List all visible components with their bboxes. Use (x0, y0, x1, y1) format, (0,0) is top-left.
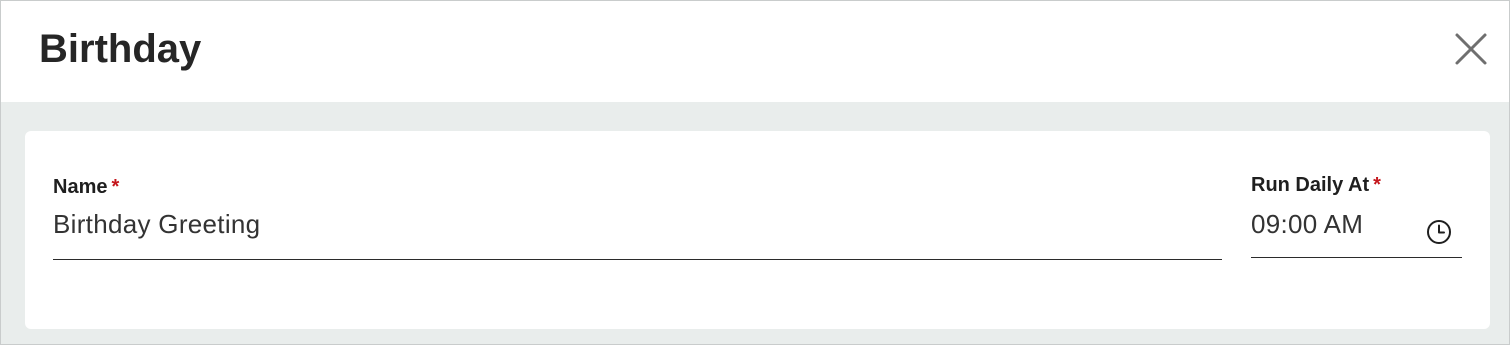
name-required-mark: * (111, 176, 120, 198)
run-daily-at-input[interactable] (1251, 206, 1411, 242)
run-daily-at-label: Run Daily At * (1251, 173, 1381, 197)
birthday-dialog: Birthday Name* Run Daily At* (0, 0, 1510, 345)
form-card: Name* Run Daily At* (25, 131, 1490, 329)
run-daily-at-underline (1251, 257, 1462, 258)
run-daily-at-label-text: Run Daily At (1251, 174, 1370, 196)
dialog-title: Birthday (39, 27, 202, 71)
clock-icon[interactable] (1426, 219, 1452, 245)
name-label-text: Name (53, 176, 108, 198)
close-icon (1455, 33, 1487, 65)
name-input-underline (53, 259, 1222, 260)
close-button[interactable] (1453, 31, 1489, 67)
name-input[interactable] (53, 206, 1213, 242)
dialog-header: Birthday (1, 1, 1509, 102)
run-daily-at-required-mark: * (1373, 174, 1381, 196)
name-field-label: Name * (53, 175, 119, 199)
